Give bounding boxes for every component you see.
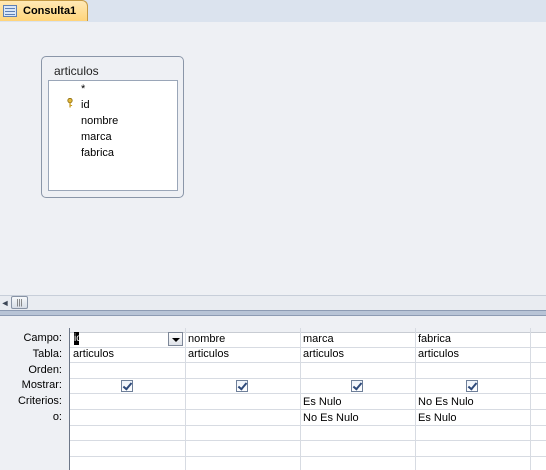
field-list[interactable]: * id nombre marca fabrica <box>48 80 178 191</box>
o-cell-4[interactable]: Es Nulo <box>418 412 457 424</box>
grid-line <box>530 328 531 470</box>
campo-value-1[interactable]: id <box>74 332 82 345</box>
row-label-criterios: Criterios: <box>17 395 62 407</box>
campo-cell-3[interactable]: marca <box>303 333 334 345</box>
grid-line <box>70 409 546 410</box>
row-label-orden: Orden: <box>28 364 62 376</box>
grid-line <box>300 328 301 470</box>
query-design-area[interactable]: articulos * id nombre marca fabrica <box>0 22 546 295</box>
grid-line <box>70 362 546 363</box>
row-label-mostrar: Mostrar: <box>21 379 62 391</box>
row-label-o: o: <box>52 411 62 423</box>
mostrar-checkbox-2[interactable] <box>236 380 248 392</box>
mostrar-checkbox-4[interactable] <box>466 380 478 392</box>
table-window-articulos[interactable]: articulos * id nombre marca fabrica <box>41 56 184 198</box>
primary-key-icon <box>67 98 73 108</box>
row-label-tabla: Tabla: <box>32 348 62 360</box>
field-item-fabrica[interactable]: fabrica <box>81 147 114 159</box>
field-item-nombre[interactable]: nombre <box>81 115 118 127</box>
o-cell-3[interactable]: No Es Nulo <box>303 412 359 424</box>
grid-line <box>70 456 546 457</box>
field-item-marca[interactable]: marca <box>81 131 112 143</box>
criterios-cell-4[interactable]: No Es Nulo <box>418 396 474 408</box>
field-item-all[interactable]: * <box>81 83 85 95</box>
grid-line <box>70 393 546 394</box>
query-grid: Campo: Tabla: Orden: Mostrar: Criterios:… <box>0 316 546 470</box>
grid-line <box>70 378 546 379</box>
grid-line <box>185 328 186 470</box>
grid-line <box>415 328 416 470</box>
campo-cell-4[interactable]: fabrica <box>418 333 451 345</box>
mostrar-checkbox-3[interactable] <box>351 380 363 392</box>
campo-cell-2[interactable]: nombre <box>188 333 225 345</box>
horizontal-scrollbar[interactable]: ◄ ||| <box>0 295 546 310</box>
tabla-cell-1[interactable]: articulos <box>73 348 114 360</box>
query-icon <box>3 5 17 17</box>
campo-dropdown-button[interactable] <box>168 332 183 346</box>
row-label-campo: Campo: <box>23 332 62 344</box>
scroll-left-arrow-icon[interactable]: ◄ <box>0 297 10 309</box>
criterios-cell-3[interactable]: Es Nulo <box>303 396 342 408</box>
document-tab-strip: Consulta1 <box>0 0 546 23</box>
field-item-id[interactable]: id <box>81 99 90 111</box>
tabla-cell-4[interactable]: articulos <box>418 348 459 360</box>
tabla-cell-2[interactable]: articulos <box>188 348 229 360</box>
campo-cell-1[interactable]: id <box>72 332 184 347</box>
tab-label: Consulta1 <box>23 5 77 17</box>
grid-line <box>70 425 546 426</box>
mostrar-checkbox-1[interactable] <box>121 380 133 392</box>
tabla-cell-3[interactable]: articulos <box>303 348 344 360</box>
table-title[interactable]: articulos <box>54 64 99 78</box>
tab-consulta1[interactable]: Consulta1 <box>0 0 88 21</box>
scroll-thumb[interactable]: ||| <box>11 296 28 309</box>
grid-line <box>70 440 546 441</box>
